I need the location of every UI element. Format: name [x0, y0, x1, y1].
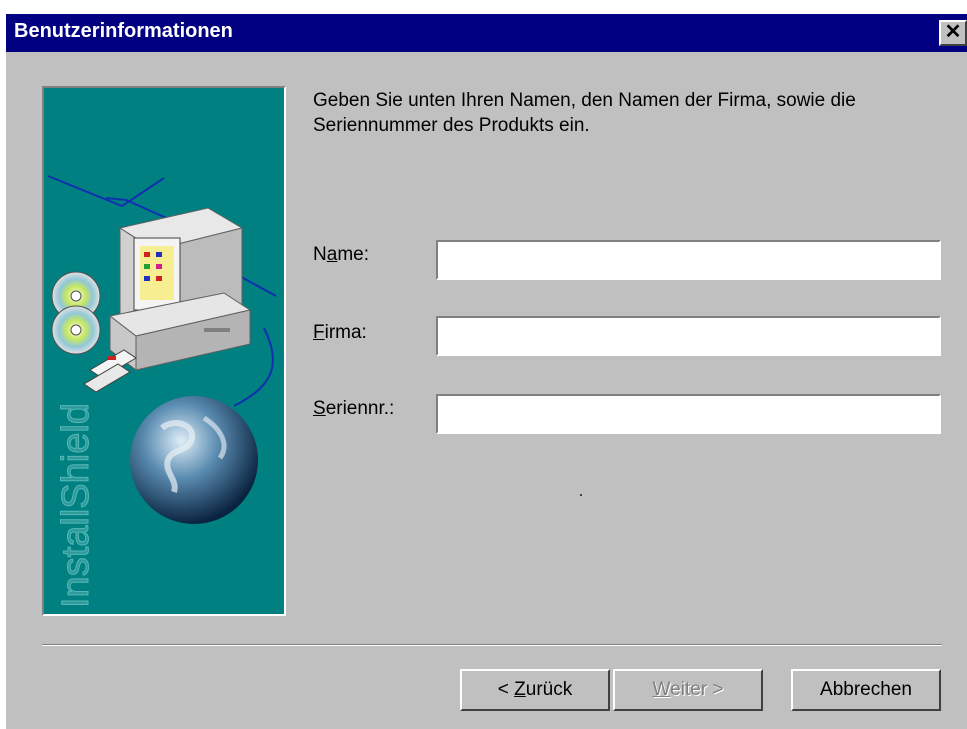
- illustration-graphic: InstallShield: [47, 175, 277, 609]
- name-input[interactable]: [436, 240, 941, 280]
- window-title: Benutzerinformationen: [14, 20, 233, 42]
- focus-dot: [580, 494, 582, 496]
- cancel-button[interactable]: Abbrechen: [791, 669, 941, 711]
- close-icon: ✕: [944, 21, 962, 43]
- instruction-text: Geben Sie unten Ihren Namen, den Namen d…: [313, 90, 856, 136]
- serial-number-input[interactable]: [436, 394, 941, 434]
- back-button[interactable]: < Zurück: [460, 669, 610, 711]
- company-label: Firma:: [313, 322, 367, 343]
- serial-number-label: Seriennr.:: [313, 398, 395, 419]
- name-label: Name:: [313, 244, 369, 265]
- title-bar[interactable]: Benutzerinformationen ✕: [6, 14, 967, 52]
- cd-icon: [51, 271, 101, 355]
- installshield-logo: InstallShield: [55, 403, 97, 608]
- next-button[interactable]: Weiter >: [613, 669, 763, 711]
- button-separator: [42, 644, 942, 646]
- company-input[interactable]: [436, 316, 941, 356]
- close-button[interactable]: ✕: [939, 20, 967, 46]
- dialog-window: Benutzerinformationen ✕ InstallShield Ge…: [6, 14, 967, 729]
- installshield-illustration: InstallShield: [42, 86, 286, 616]
- floppy-disk-icon: [83, 349, 137, 393]
- globe-icon: [130, 396, 258, 524]
- computer-icon: [108, 207, 252, 372]
